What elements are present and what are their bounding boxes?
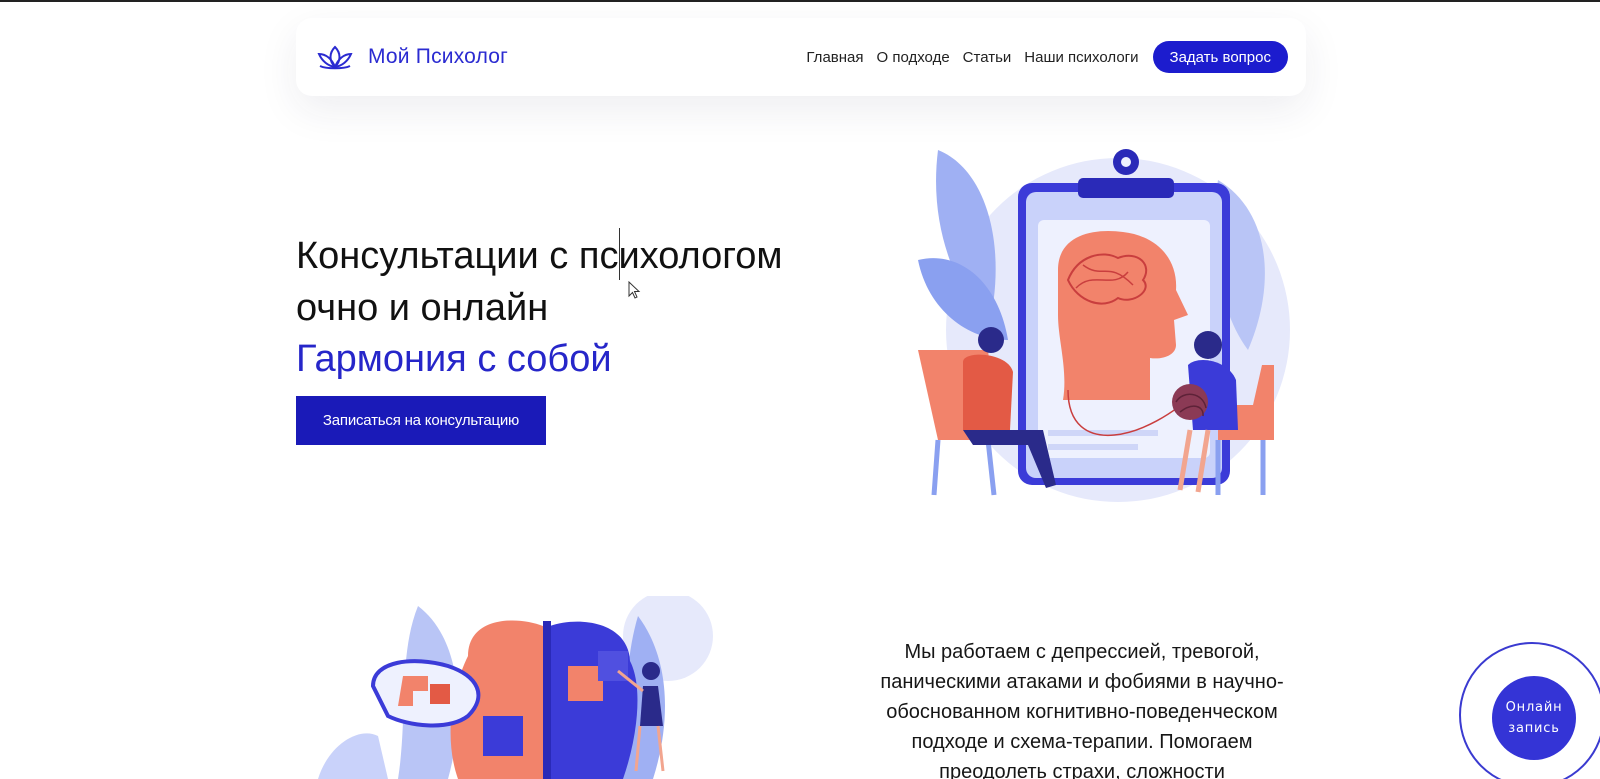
online-booking-label: Онлайн запись [1505,700,1563,736]
nav-item-home[interactable]: Главная [806,49,863,66]
site-header: Мой Психолог Главная О подходе Статьи На… [296,18,1306,96]
hero-title-line1: Консультации с психологом [296,235,783,277]
nav-item-approach[interactable]: О подходе [877,49,950,66]
brand-name: Мой Психолог [368,45,509,68]
nav-item-psychologists[interactable]: Наши психологи [1024,49,1138,66]
brand[interactable]: Мой Психолог [316,44,508,70]
hero-subtitle: Гармония с собой [296,338,612,380]
top-border [0,0,1600,2]
hero-title: Консультации с психологом очно и онлайн [296,230,856,334]
brain-puzzle-illustration [318,596,713,779]
hero-title-line2: очно и онлайн [296,287,549,329]
text-caret [619,228,620,280]
psychologist-session-illustration [918,149,1290,502]
main-nav: Главная О подходе Статьи Наши психологи … [806,41,1288,73]
book-consultation-button[interactable]: Записаться на консультацию [296,396,546,445]
lotus-logo-icon [317,45,353,70]
ask-question-button[interactable]: Задать вопрос [1152,41,1288,73]
online-booking-button[interactable]: Онлайн запись [1492,676,1576,760]
mouse-cursor-icon [628,281,641,299]
nav-item-articles[interactable]: Статьи [963,49,1012,66]
about-text: Мы работаем с депрессией, тревогой, пани… [880,641,1284,779]
